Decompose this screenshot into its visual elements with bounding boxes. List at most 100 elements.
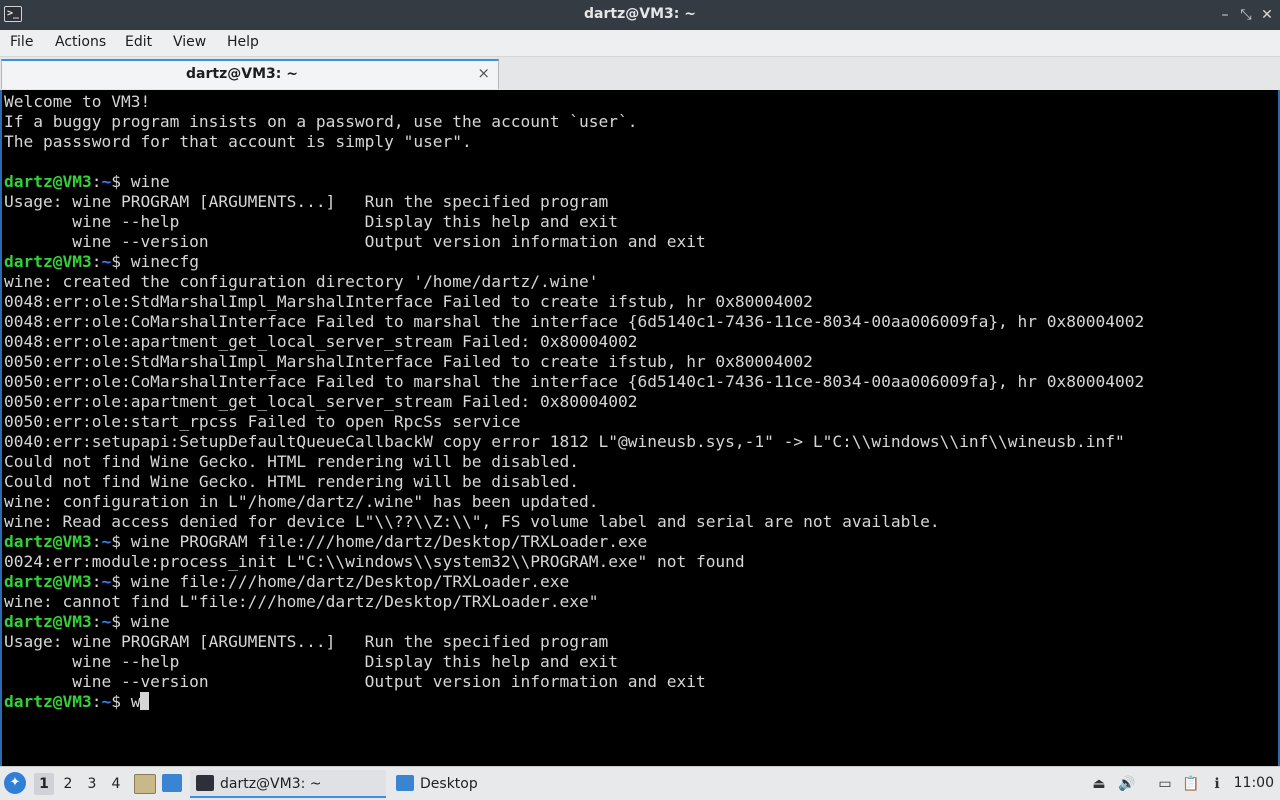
terminal-icon	[196, 775, 214, 791]
prompt-path: ~	[101, 692, 112, 711]
terminal-command-line: dartz@VM3:~$ winecfg	[4, 252, 1144, 272]
prompt-separator: :	[91, 172, 102, 191]
menu-bar: File Actions Edit View Help	[0, 30, 1280, 57]
taskbar: ✦ 1 2 3 4 dartz@VM3: ~ Desktop ⏏ 🔊 ▭ 📋 ℹ…	[0, 766, 1280, 800]
terminal-output-line: Welcome to VM3!	[4, 92, 1144, 112]
output-text: If a buggy program insists on a password…	[4, 112, 638, 131]
output-text: 0050:err:ole:start_rpcss Failed to open …	[4, 412, 521, 431]
output-text: Usage: wine PROGRAM [ARGUMENTS...] Run t…	[4, 632, 609, 651]
command-text: wine PROGRAM file:///home/dartz/Desktop/…	[130, 532, 648, 551]
menu-view[interactable]: View	[173, 34, 206, 50]
clock: 11:00	[1233, 775, 1274, 791]
prompt-user: dartz@VM3	[4, 172, 92, 191]
workspace-1[interactable]: 1	[34, 773, 54, 795]
command-text: wine	[130, 172, 170, 191]
menu-file[interactable]: File	[10, 34, 33, 50]
menu-actions[interactable]: Actions	[55, 34, 106, 50]
show-desktop-icon[interactable]	[134, 774, 156, 794]
output-text: 0024:err:module:process_init L"C:\\windo…	[4, 552, 745, 571]
output-text: wine --help Display this help and exit	[4, 652, 618, 671]
terminal-command-line: dartz@VM3:~$ w	[4, 692, 1144, 712]
terminal-output-line: Usage: wine PROGRAM [ARGUMENTS...] Run t…	[4, 192, 1144, 212]
output-text: Could not find Wine Gecko. HTML renderin…	[4, 452, 579, 471]
maximize-button[interactable]: ⤡	[1236, 5, 1256, 25]
terminal-output-line: wine: configuration in L"/home/dartz/.wi…	[4, 492, 1144, 512]
terminal-cursor	[140, 692, 150, 710]
minimize-button[interactable]: –	[1215, 5, 1235, 25]
window-title: dartz@VM3: ~	[584, 6, 696, 22]
terminal-output-line: 0048:err:ole:CoMarshalInterface Failed t…	[4, 312, 1144, 332]
window-titlebar[interactable]: >_ dartz@VM3: ~ – ⤡ ✕	[0, 0, 1280, 30]
terminal-output-line: wine --version Output version informatio…	[4, 232, 1144, 252]
output-text: wine: Read access denied for device L"\\…	[4, 512, 940, 531]
workspace-2[interactable]: 2	[58, 773, 78, 795]
tab-bar: dartz@VM3: ~ ×	[0, 57, 1280, 91]
prompt-separator: :	[91, 612, 102, 631]
output-text: Could not find Wine Gecko. HTML renderin…	[4, 472, 579, 491]
terminal-output-line: 0048:err:ole:apartment_get_local_server_…	[4, 332, 1144, 352]
terminal-tab[interactable]: dartz@VM3: ~ ×	[1, 59, 499, 89]
terminal-output-line: 0048:err:ole:StdMarshalImpl_MarshalInter…	[4, 292, 1144, 312]
prompt-user: dartz@VM3	[4, 532, 92, 551]
output-text: 0048:err:ole:StdMarshalImpl_MarshalInter…	[4, 292, 813, 311]
updates-icon[interactable]: ℹ	[1208, 775, 1226, 793]
prompt-symbol: $	[111, 532, 131, 551]
terminal-command-line: dartz@VM3:~$ wine	[4, 172, 1144, 192]
output-text: Usage: wine PROGRAM [ARGUMENTS...] Run t…	[4, 192, 609, 211]
prompt-symbol: $	[111, 692, 131, 711]
prompt-user: dartz@VM3	[4, 252, 92, 271]
prompt-symbol: $	[111, 572, 131, 591]
clipboard-icon[interactable]: 📋	[1182, 775, 1200, 793]
prompt-user: dartz@VM3	[4, 612, 92, 631]
terminal-output-line: Usage: wine PROGRAM [ARGUMENTS...] Run t…	[4, 632, 1144, 652]
prompt-user: dartz@VM3	[4, 692, 92, 711]
tab-close-icon[interactable]: ×	[477, 64, 490, 82]
prompt-separator: :	[91, 572, 102, 591]
terminal-command-line: dartz@VM3:~$ wine file:///home/dartz/Des…	[4, 572, 1144, 592]
workspace-3[interactable]: 3	[82, 773, 102, 795]
terminal-lines: Welcome to VM3! If a buggy program insist…	[4, 92, 1144, 712]
terminal-output-line: wine --version Output version informatio…	[4, 672, 1144, 692]
prompt-path: ~	[101, 572, 112, 591]
output-text: 0040:err:setupapi:SetupDefaultQueueCallb…	[4, 432, 1125, 451]
task-desktop[interactable]: Desktop	[390, 770, 550, 798]
terminal-output-line: Could not find Wine Gecko. HTML renderin…	[4, 472, 1144, 492]
output-text: wine --help Display this help and exit	[4, 212, 618, 231]
output-text: The passsword for that account is simply…	[4, 132, 472, 151]
network-icon[interactable]: ▭	[1156, 775, 1174, 793]
terminal-output-line: 0050:err:ole:apartment_get_local_server_…	[4, 392, 1144, 412]
task-desktop-label: Desktop	[420, 776, 478, 792]
terminal-output-line: wine: cannot find L"file:///home/dartz/D…	[4, 592, 1144, 612]
command-text: wine	[130, 612, 170, 631]
menu-edit[interactable]: Edit	[125, 34, 152, 50]
terminal-output-line: If a buggy program insists on a password…	[4, 112, 1144, 132]
start-menu-icon[interactable]: ✦	[4, 772, 26, 794]
output-text: 0050:err:ole:apartment_get_local_server_…	[4, 392, 638, 411]
prompt-path: ~	[101, 172, 112, 191]
output-text: wine: created the configuration director…	[4, 272, 599, 291]
terminal-output-line: wine --help Display this help and exit	[4, 652, 1144, 672]
prompt-path: ~	[101, 612, 112, 631]
terminal-output[interactable]: Welcome to VM3! If a buggy program insist…	[0, 90, 1280, 766]
prompt-separator: :	[91, 252, 102, 271]
eject-icon[interactable]: ⏏	[1090, 775, 1108, 793]
terminal-output-line: wine: created the configuration director…	[4, 272, 1144, 292]
output-text: wine: cannot find L"file:///home/dartz/D…	[4, 592, 599, 611]
terminal-command-line: dartz@VM3:~$ wine	[4, 612, 1144, 632]
folder-icon	[396, 775, 414, 791]
output-text: 0048:err:ole:apartment_get_local_server_…	[4, 332, 638, 351]
file-manager-launcher-icon[interactable]	[162, 774, 182, 792]
terminal-output-line: 0050:err:ole:start_rpcss Failed to open …	[4, 412, 1144, 432]
output-text: 0050:err:ole:CoMarshalInterface Failed t…	[4, 372, 1145, 391]
task-terminal-label: dartz@VM3: ~	[220, 776, 322, 792]
output-text: 0048:err:ole:CoMarshalInterface Failed t…	[4, 312, 1145, 331]
workspace-4[interactable]: 4	[106, 773, 126, 795]
command-text: wine file:///home/dartz/Desktop/TRXLoade…	[130, 572, 570, 591]
prompt-symbol: $	[111, 252, 131, 271]
close-window-button[interactable]: ✕	[1257, 5, 1277, 25]
volume-icon[interactable]: 🔊	[1118, 775, 1136, 793]
prompt-separator: :	[91, 532, 102, 551]
task-terminal[interactable]: dartz@VM3: ~	[190, 770, 386, 798]
terminal-output-line: The passsword for that account is simply…	[4, 132, 1144, 152]
menu-help[interactable]: Help	[227, 34, 259, 50]
